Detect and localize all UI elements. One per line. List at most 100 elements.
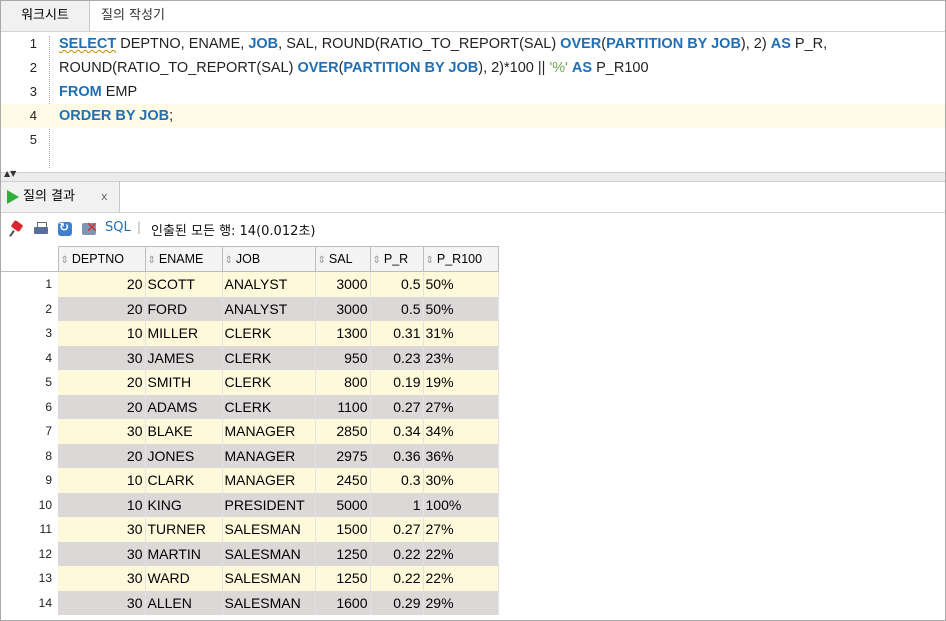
table-cell[interactable]: 29%	[423, 590, 499, 615]
table-row[interactable]: 11 30 TURNER SALESMAN 1500 0.27 27%	[1, 517, 499, 542]
column-header-sal[interactable]: ⇕ SAL	[314, 246, 371, 272]
table-cell[interactable]: 22%	[423, 541, 499, 566]
editor-line[interactable]: 5	[1, 128, 945, 152]
table-cell[interactable]: 1250	[315, 566, 371, 591]
table-cell[interactable]: ALLEN	[145, 590, 223, 615]
table-cell[interactable]: 31%	[423, 321, 499, 346]
table-row[interactable]: 4 30 JAMES CLERK 950 0.23 23%	[1, 345, 499, 370]
refresh-icon[interactable]: ↻	[57, 220, 73, 237]
table-cell[interactable]: 20	[58, 271, 146, 297]
table-cell[interactable]: 0.5	[370, 271, 424, 297]
table-row[interactable]: 9 10 CLARK MANAGER 2450 0.3 30%	[1, 468, 499, 493]
table-cell[interactable]: 1300	[315, 321, 371, 346]
table-cell[interactable]: SALESMAN	[222, 590, 316, 615]
table-cell[interactable]: SALESMAN	[222, 566, 316, 591]
table-cell[interactable]: 100%	[423, 492, 499, 517]
table-cell[interactable]: 19%	[423, 370, 499, 395]
table-cell[interactable]: CLERK	[222, 394, 316, 419]
pane-splitter[interactable]: ▲▼	[1, 170, 945, 182]
table-cell[interactable]: 30	[58, 419, 146, 444]
table-cell[interactable]: 1600	[315, 590, 371, 615]
collapse-arrows-icon[interactable]: ▲▼	[4, 170, 16, 178]
table-row[interactable]: 2 20 FORD ANALYST 3000 0.5 50%	[1, 296, 499, 321]
table-cell[interactable]: ANALYST	[222, 296, 316, 321]
table-cell[interactable]: 0.23	[370, 345, 424, 370]
table-cell[interactable]: ADAMS	[145, 394, 223, 419]
table-cell[interactable]: 0.27	[370, 517, 424, 542]
table-cell[interactable]: MARTIN	[145, 541, 223, 566]
column-header-deptno[interactable]: ⇕ DEPTNO	[57, 246, 146, 272]
sort-icon[interactable]: ⇕	[148, 255, 156, 266]
results-grid[interactable]: ⇕ DEPTNO ⇕ ENAME ⇕ JOB ⇕ SAL ⇕ P_R ⇕ P_R100 12…	[1, 246, 945, 620]
table-cell[interactable]: 1	[370, 492, 424, 517]
table-cell[interactable]: BLAKE	[145, 419, 223, 444]
table-cell[interactable]: SMITH	[145, 370, 223, 395]
table-cell[interactable]: 1100	[315, 394, 371, 419]
tab-query-result[interactable]: 질의 결과 x	[1, 182, 120, 212]
table-cell[interactable]: CLERK	[222, 321, 316, 346]
table-cell[interactable]: 34%	[423, 419, 499, 444]
sql-editor[interactable]: 1 SELECT DEPTNO, ENAME, JOB, SAL, ROUND(…	[1, 32, 945, 172]
sort-icon[interactable]: ⇕	[61, 255, 69, 266]
editor-line[interactable]: 2 ROUND(RATIO_TO_REPORT(SAL) OVER(PARTIT…	[1, 56, 945, 80]
table-cell[interactable]: 0.22	[370, 566, 424, 591]
table-cell[interactable]: 22%	[423, 566, 499, 591]
print-icon[interactable]	[33, 221, 49, 237]
table-cell[interactable]: SALESMAN	[222, 541, 316, 566]
table-cell[interactable]: JAMES	[145, 345, 223, 370]
table-cell[interactable]: 5000	[315, 492, 371, 517]
table-cell[interactable]: 36%	[423, 443, 499, 468]
table-cell[interactable]: 0.3	[370, 468, 424, 493]
column-header-p-r[interactable]: ⇕ P_R	[369, 246, 424, 272]
tab-close-button[interactable]: x	[101, 182, 108, 212]
table-cell[interactable]: SALESMAN	[222, 517, 316, 542]
table-row[interactable]: 8 20 JONES MANAGER 2975 0.36 36%	[1, 443, 499, 468]
table-cell[interactable]: 30%	[423, 468, 499, 493]
table-row[interactable]: 1 20 SCOTT ANALYST 3000 0.5 50%	[1, 271, 499, 297]
table-cell[interactable]: CLERK	[222, 370, 316, 395]
table-cell[interactable]: KING	[145, 492, 223, 517]
table-cell[interactable]: 30	[58, 541, 146, 566]
table-cell[interactable]: 0.34	[370, 419, 424, 444]
table-cell[interactable]: 50%	[423, 296, 499, 321]
table-row[interactable]: 5 20 SMITH CLERK 800 0.19 19%	[1, 370, 499, 395]
table-row[interactable]: 12 30 MARTIN SALESMAN 1250 0.22 22%	[1, 541, 499, 566]
editor-line[interactable]: 1 SELECT DEPTNO, ENAME, JOB, SAL, ROUND(…	[1, 32, 945, 56]
table-cell[interactable]: JONES	[145, 443, 223, 468]
table-cell[interactable]: MANAGER	[222, 468, 316, 493]
table-cell[interactable]: 950	[315, 345, 371, 370]
table-cell[interactable]: PRESIDENT	[222, 492, 316, 517]
table-cell[interactable]: 2450	[315, 468, 371, 493]
table-cell[interactable]: CLERK	[222, 345, 316, 370]
cancel-query-icon[interactable]: ✕	[81, 220, 98, 237]
table-cell[interactable]: 23%	[423, 345, 499, 370]
table-cell[interactable]: 10	[58, 321, 146, 346]
table-cell[interactable]: 3000	[315, 271, 371, 297]
column-header-ename[interactable]: ⇕ ENAME	[144, 246, 223, 272]
table-cell[interactable]: 1500	[315, 517, 371, 542]
table-cell[interactable]: SCOTT	[145, 271, 223, 297]
table-cell[interactable]: 0.29	[370, 590, 424, 615]
sort-icon[interactable]: ⇕	[225, 255, 233, 266]
table-cell[interactable]: WARD	[145, 566, 223, 591]
table-cell[interactable]: 0.31	[370, 321, 424, 346]
editor-line-current[interactable]: 4 ORDER BY JOB;	[1, 104, 945, 128]
sort-icon[interactable]: ⇕	[426, 255, 434, 266]
table-cell[interactable]: 20	[58, 394, 146, 419]
table-cell[interactable]: 30	[58, 345, 146, 370]
table-row[interactable]: 14 30 ALLEN SALESMAN 1600 0.29 29%	[1, 590, 499, 615]
table-row[interactable]: 10 10 KING PRESIDENT 5000 1 100%	[1, 492, 499, 517]
table-cell[interactable]: 2850	[315, 419, 371, 444]
table-row[interactable]: 7 30 BLAKE MANAGER 2850 0.34 34%	[1, 419, 499, 444]
table-cell[interactable]: 27%	[423, 517, 499, 542]
table-cell[interactable]: 50%	[423, 271, 499, 297]
table-cell[interactable]: 0.27	[370, 394, 424, 419]
table-cell[interactable]: 10	[58, 492, 146, 517]
table-cell[interactable]: 30	[58, 517, 146, 542]
table-cell[interactable]: MILLER	[145, 321, 223, 346]
table-cell[interactable]: 20	[58, 443, 146, 468]
table-row[interactable]: 6 20 ADAMS CLERK 1100 0.27 27%	[1, 394, 499, 419]
table-cell[interactable]: FORD	[145, 296, 223, 321]
table-cell[interactable]: ANALYST	[222, 271, 316, 297]
sort-icon[interactable]: ⇕	[373, 255, 381, 266]
